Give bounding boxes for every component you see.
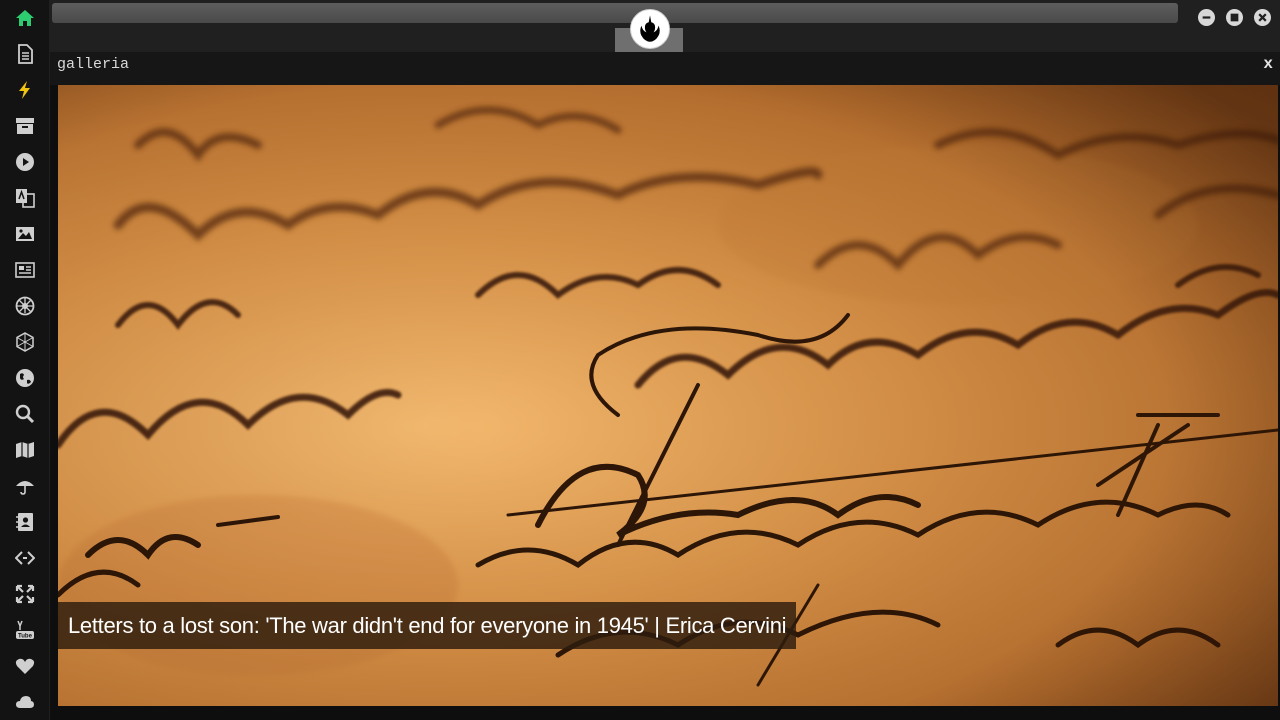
- bottom-strip: [50, 706, 1280, 720]
- lightning-icon[interactable]: [13, 78, 37, 102]
- home-icon[interactable]: [13, 6, 37, 30]
- cloud-icon[interactable]: [13, 690, 37, 714]
- youtube-icon[interactable]: Tube: [13, 618, 37, 642]
- hexagon-network-icon[interactable]: [13, 330, 37, 354]
- rebel-alliance-logo-icon[interactable]: [630, 9, 670, 49]
- play-icon[interactable]: [13, 150, 37, 174]
- minimize-button[interactable]: [1198, 9, 1215, 26]
- code-icon[interactable]: [13, 546, 37, 570]
- search-icon[interactable]: [13, 402, 37, 426]
- heart-icon[interactable]: [13, 654, 37, 678]
- expand-icon[interactable]: [13, 582, 37, 606]
- translate-icon[interactable]: [13, 186, 37, 210]
- panel-title: galleria: [57, 56, 130, 73]
- top-input-bar[interactable]: [52, 3, 1178, 23]
- contact-card-icon[interactable]: [13, 510, 37, 534]
- empire-icon[interactable]: [13, 294, 37, 318]
- newspaper-icon[interactable]: [13, 258, 37, 282]
- svg-text:Tube: Tube: [18, 634, 33, 640]
- document-icon[interactable]: [13, 42, 37, 66]
- panel-header: galleria x: [50, 52, 1280, 85]
- sidebar: Tube: [0, 0, 50, 720]
- close-window-button[interactable]: [1254, 9, 1271, 26]
- maximize-button[interactable]: [1226, 9, 1243, 26]
- globe-icon[interactable]: [13, 366, 37, 390]
- image-icon[interactable]: [13, 222, 37, 246]
- umbrella-icon[interactable]: [13, 474, 37, 498]
- map-icon[interactable]: [13, 438, 37, 462]
- top-bar: [50, 0, 1280, 52]
- panel-close-button[interactable]: x: [1263, 55, 1273, 73]
- archive-icon[interactable]: [13, 114, 37, 138]
- image-caption: Letters to a lost son: 'The war didn't e…: [58, 602, 797, 649]
